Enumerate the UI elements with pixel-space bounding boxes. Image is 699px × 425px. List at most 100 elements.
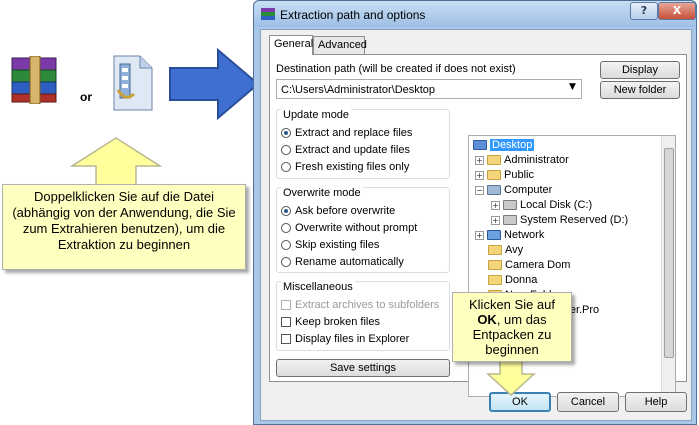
folder-icon — [488, 275, 502, 285]
radio-skip[interactable] — [281, 239, 291, 250]
overwrite-without-prompt-option[interactable]: Overwrite without prompt — [281, 219, 417, 236]
radio-extract-update[interactable] — [281, 144, 291, 155]
folder-icon — [488, 260, 502, 270]
tree-item-desktop[interactable]: Desktop — [473, 138, 535, 152]
tree-item-camera-dom[interactable]: Camera Dom — [488, 258, 570, 272]
tree-item-computer[interactable]: − Computer — [475, 183, 552, 197]
network-icon — [487, 230, 501, 240]
save-settings-button[interactable]: Save settings — [276, 359, 450, 377]
tree-label: System Reserved (D:) — [520, 214, 629, 226]
option-label: Overwrite without prompt — [295, 221, 418, 234]
display-button[interactable]: Display — [600, 61, 680, 79]
tree-item-avy[interactable]: Avy — [488, 243, 523, 257]
destination-path-value: C:\Users\Administrator\Desktop — [281, 84, 436, 96]
instruction-note: Doppelklicken Sie auf die Datei (abhängi… — [2, 184, 246, 270]
expand-icon[interactable]: + — [491, 200, 500, 210]
folder-icon — [487, 155, 501, 165]
checkbox-keep-broken[interactable] — [281, 316, 291, 327]
miscellaneous-title: Miscellaneous — [281, 281, 355, 293]
tree-label: Computer — [504, 184, 553, 196]
rename-automatically-option[interactable]: Rename automatically — [281, 253, 417, 270]
help-button[interactable]: Help — [625, 392, 687, 412]
winrar-icon — [11, 56, 57, 104]
checkbox-display-explorer[interactable] — [281, 333, 291, 344]
tab-general[interactable]: General — [269, 35, 313, 55]
close-button[interactable]: X — [658, 2, 696, 20]
radio-fresh-existing[interactable] — [281, 161, 291, 172]
option-label: Extract and replace files — [295, 126, 413, 139]
expand-icon[interactable]: + — [491, 215, 500, 225]
drive-icon — [503, 215, 517, 225]
fresh-existing-option[interactable]: Fresh existing files only — [281, 158, 412, 175]
checkbox-subfolders — [281, 299, 291, 310]
option-label: Fresh existing files only — [295, 160, 410, 173]
extract-to-subfolders-option: Extract archives to subfolders — [281, 296, 439, 313]
keep-broken-files-option[interactable]: Keep broken files — [281, 313, 439, 330]
folder-icon — [487, 170, 501, 180]
radio-ask-before[interactable] — [281, 205, 291, 216]
option-label: Rename automatically — [295, 255, 404, 268]
miscellaneous-group: Miscellaneous Extract archives to subfol… — [276, 281, 450, 351]
computer-icon — [487, 185, 501, 195]
dialog-title: Extraction path and options — [280, 8, 426, 22]
dialog-client: General Advanced Destination path (will … — [260, 29, 692, 421]
expand-icon[interactable]: + — [475, 155, 484, 165]
ok-callout-note: Klicken Sie auf OK, um das Entpacken zu … — [452, 292, 572, 362]
title-help-button[interactable]: ? — [630, 2, 658, 20]
or-label: or — [80, 90, 92, 104]
tree-label: Public — [504, 169, 534, 181]
update-mode-title: Update mode — [281, 109, 352, 121]
option-label: Skip existing files — [295, 238, 380, 251]
tree-label: Donna — [505, 274, 538, 286]
cancel-button[interactable]: Cancel — [557, 392, 619, 412]
new-folder-button[interactable]: New folder — [600, 81, 680, 99]
title-bar[interactable]: Extraction path and options ? X — [254, 1, 696, 27]
tree-item-local-disk[interactable]: + Local Disk (C:) — [491, 198, 592, 212]
expand-icon[interactable]: + — [475, 170, 484, 180]
tree-label: Avy — [505, 244, 524, 256]
tab-advanced[interactable]: Advanced — [313, 36, 367, 54]
tree-scrollbar[interactable] — [661, 136, 675, 396]
update-mode-group: Update mode Extract and replace files Ex… — [276, 109, 450, 179]
winrar-small-icon — [261, 8, 275, 20]
radio-rename[interactable] — [281, 256, 291, 267]
instruction-text: Doppelklicken Sie auf die Datei (abhängi… — [12, 189, 236, 252]
tree-item-donna[interactable]: Donna — [488, 273, 537, 287]
destination-label: Destination path (will be created if doe… — [276, 63, 516, 75]
right-arrow-icon — [169, 48, 260, 120]
extract-update-option[interactable]: Extract and update files — [281, 141, 412, 158]
chevron-down-icon[interactable]: ▼ — [569, 82, 581, 92]
radio-overwrite[interactable] — [281, 222, 291, 233]
radio-extract-replace[interactable] — [281, 127, 291, 138]
expand-icon[interactable]: + — [475, 230, 484, 240]
overwrite-mode-title: Overwrite mode — [281, 187, 363, 199]
option-label: Ask before overwrite — [295, 204, 396, 217]
tree-item-network[interactable]: + Network — [475, 228, 544, 242]
scrollbar-thumb[interactable] — [664, 148, 674, 358]
collapse-icon[interactable]: − — [475, 185, 484, 195]
tree-item-public[interactable]: + Public — [475, 168, 534, 182]
option-label: Extract archives to subfolders — [295, 298, 440, 311]
option-label: Extract and update files — [295, 143, 410, 156]
extract-replace-option[interactable]: Extract and replace files — [281, 124, 412, 141]
tree-label: Camera Dom — [505, 259, 571, 271]
tree-label: Administrator — [504, 154, 569, 166]
archive-file-icon[interactable] — [104, 54, 156, 112]
down-arrow-icon — [486, 356, 536, 396]
up-arrow-icon — [70, 137, 162, 188]
overwrite-mode-group: Overwrite mode Ask before overwrite Over… — [276, 187, 450, 273]
tree-label: Local Disk (C:) — [520, 199, 593, 211]
callout-line1: Klicken Sie auf — [469, 297, 555, 312]
destination-path-combo[interactable]: C:\Users\Administrator\Desktop ▼ — [276, 79, 582, 99]
folder-icon — [488, 245, 502, 255]
callout-ok-word: OK — [477, 312, 497, 327]
tree-label: Network — [504, 229, 545, 241]
skip-existing-option[interactable]: Skip existing files — [281, 236, 417, 253]
tree-item-administrator[interactable]: + Administrator — [475, 153, 569, 167]
desktop-icon — [473, 140, 487, 150]
display-in-explorer-option[interactable]: Display files in Explorer — [281, 330, 439, 347]
tree-item-system-reserved[interactable]: + System Reserved (D:) — [491, 213, 628, 227]
option-label: Display files in Explorer — [295, 332, 410, 345]
ask-before-overwrite-option[interactable]: Ask before overwrite — [281, 202, 417, 219]
option-label: Keep broken files — [295, 315, 380, 328]
